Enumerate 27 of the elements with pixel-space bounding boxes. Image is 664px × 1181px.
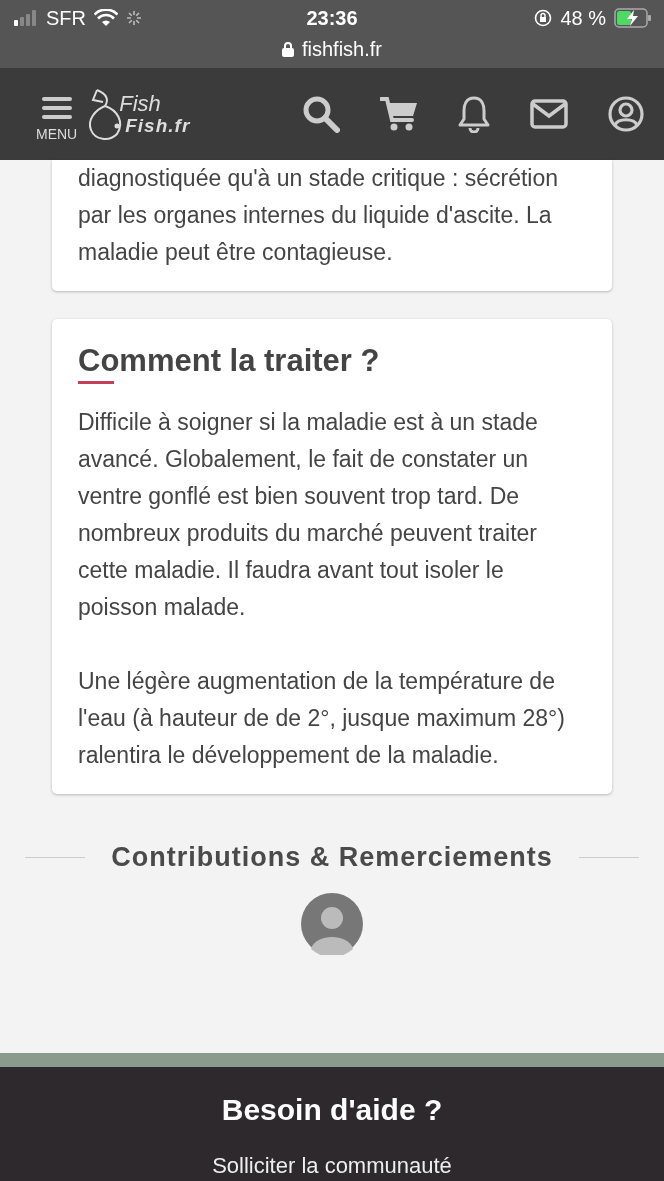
heading-underline — [78, 381, 114, 384]
menu-icon — [41, 96, 72, 120]
wifi-icon — [94, 9, 118, 27]
mail-icon[interactable] — [530, 99, 568, 129]
card-paragraph: Une légère augmentation de la température de l'eau (à hauteur de de 2°, jusque maximum 28°) ralentira le développement de la maladie. — [78, 667, 566, 770]
site-logo[interactable]: Fish Fish.fr — [87, 86, 191, 142]
contributor-avatar[interactable] — [301, 893, 363, 955]
card-paragraph: diagnostiquée qu'à un stade critique : sécrétion par les organes internes du liquide d'ascite. La maladie peut être contagieuse. — [78, 164, 560, 267]
footer-heading: Besoin d'aide ? — [221, 1093, 443, 1127]
search-icon[interactable] — [302, 95, 340, 133]
clock-time: 23:36 — [306, 6, 358, 30]
cart-icon[interactable] — [380, 96, 418, 132]
carrier-name: SFR — [46, 6, 86, 30]
battery-percent: 48 % — [560, 6, 606, 30]
section-heading: Comment la traiter ? — [78, 343, 381, 379]
account-icon[interactable] — [608, 96, 644, 132]
community-link[interactable]: Solliciter la communauté — [212, 1153, 452, 1179]
signal-icon — [14, 10, 38, 26]
card-paragraph: Difficile à soigner si la maladie est à un stade avancé. Globalement, le fait de constater un ventre gonflé est bien souvent trop tard. De nombreux produits du marché peuvent traiter cette maladie. Il faudra avant tout isoler le poisson malade. — [78, 408, 539, 622]
menu-button[interactable]: MENU — [36, 96, 78, 142]
contributions-heading: Contributions & Remerciements — [111, 842, 553, 873]
battery-icon — [614, 8, 652, 28]
rotation-lock-icon — [534, 9, 553, 27]
bell-icon[interactable] — [458, 95, 490, 133]
loading-icon — [126, 10, 142, 26]
url-bar[interactable]: fishfish.fr — [0, 36, 664, 62]
lock-icon — [282, 41, 294, 57]
